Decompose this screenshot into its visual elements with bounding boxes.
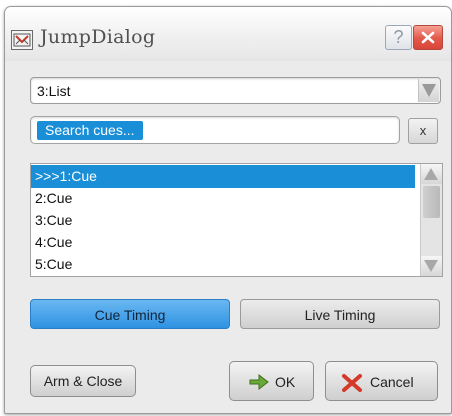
search-input[interactable]: Search cues... <box>30 116 400 144</box>
jump-dialog-window: JumpDialog ? 3:List Search cues... x >>>… <box>4 6 452 414</box>
list-item[interactable]: 3:Cue <box>31 209 415 232</box>
cancel-button[interactable]: Cancel <box>325 361 438 401</box>
cue-list[interactable]: >>>1:Cue 2:Cue 3:Cue 4:Cue 5:Cue <box>30 163 443 277</box>
chevron-down-icon[interactable] <box>418 79 439 102</box>
live-timing-button[interactable]: Live Timing <box>240 299 440 329</box>
scroll-down-icon[interactable] <box>421 256 442 276</box>
close-button[interactable] <box>413 25 443 50</box>
title-bar[interactable]: JumpDialog ? <box>5 7 451 61</box>
ok-icon <box>249 373 269 391</box>
help-button[interactable]: ? <box>385 25 412 50</box>
list-item[interactable]: >>>1:Cue <box>31 165 415 188</box>
window-title: JumpDialog <box>40 26 156 48</box>
list-scrollbar[interactable] <box>420 164 442 276</box>
list-item[interactable]: 5:Cue <box>31 253 415 276</box>
list-item[interactable]: 4:Cue <box>31 231 415 254</box>
cue-timing-button[interactable]: Cue Timing <box>30 299 230 329</box>
app-icon <box>11 30 33 50</box>
ok-button[interactable]: OK <box>229 361 314 401</box>
search-text: Search cues... <box>37 121 143 140</box>
close-icon <box>421 31 435 44</box>
list-combo[interactable]: 3:List <box>30 77 441 104</box>
scroll-thumb[interactable] <box>423 186 440 218</box>
cancel-icon <box>342 374 362 392</box>
list-combo-value: 3:List <box>37 83 71 99</box>
clear-search-button[interactable]: x <box>408 118 438 144</box>
cancel-label: Cancel <box>370 374 414 390</box>
ok-label: OK <box>275 374 296 390</box>
scroll-up-icon[interactable] <box>421 164 442 184</box>
list-item[interactable]: 2:Cue <box>31 187 415 210</box>
arm-close-button[interactable]: Arm & Close <box>30 365 136 397</box>
